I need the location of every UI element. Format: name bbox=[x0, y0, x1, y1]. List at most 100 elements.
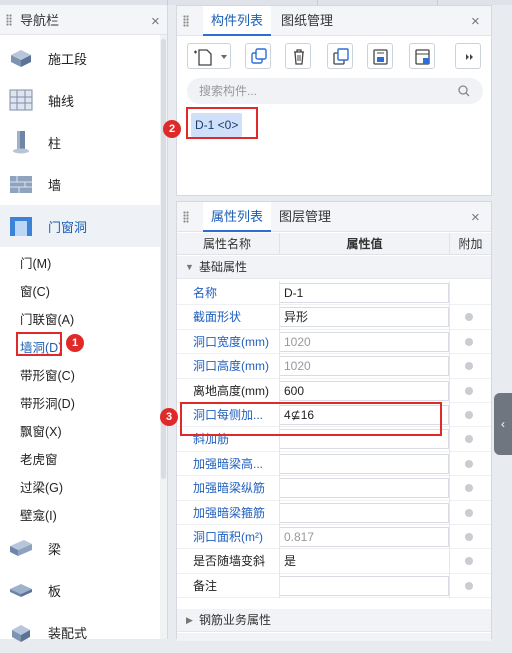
header-property-value: 属性值 bbox=[279, 233, 449, 255]
attach-toggle[interactable] bbox=[465, 459, 473, 468]
new-component-button[interactable] bbox=[187, 43, 231, 69]
property-row: 备注 bbox=[177, 574, 491, 599]
column-settings-icon bbox=[415, 49, 430, 65]
sub-item-door[interactable]: 门(M) bbox=[20, 253, 51, 272]
property-row: 洞口宽度(mm) 1020 bbox=[177, 330, 491, 355]
attach-toggle[interactable] bbox=[465, 508, 473, 517]
annotation-badge-1: 1 bbox=[66, 334, 84, 352]
nav-category-beam[interactable]: 梁 bbox=[0, 527, 160, 569]
annotation-badge-3: 3 bbox=[160, 408, 178, 426]
close-icon[interactable]: × bbox=[471, 14, 480, 29]
sub-item-door-window[interactable]: 门联窗(A) bbox=[20, 309, 74, 328]
attach-toggle[interactable] bbox=[465, 484, 473, 493]
tab-drawing-management[interactable]: 图纸管理 bbox=[281, 6, 333, 36]
collapse-panel-handle[interactable]: ‹ bbox=[494, 393, 512, 455]
property-row: 离地高度(mm) 600 bbox=[177, 379, 491, 403]
floor-copy-button[interactable] bbox=[367, 43, 393, 69]
copy-to-floor-icon bbox=[333, 48, 349, 65]
more-icon bbox=[466, 54, 473, 60]
prefab-icon bbox=[12, 625, 30, 642]
property-value-input[interactable]: 0.817 bbox=[279, 527, 449, 547]
property-value-input[interactable]: 1020 bbox=[279, 356, 449, 377]
nav-category-door-window[interactable]: 门窗洞 bbox=[0, 205, 160, 247]
highlight-box-component bbox=[186, 107, 258, 139]
property-row: 加强暗梁箍筋 bbox=[177, 501, 491, 525]
nav-category-construction-stage[interactable]: 施工段 bbox=[0, 37, 160, 79]
property-row: 洞口高度(mm) 1020 bbox=[177, 354, 491, 379]
door-window-icon bbox=[10, 217, 32, 236]
copy-button[interactable] bbox=[245, 43, 271, 69]
copy-to-floor-button[interactable] bbox=[327, 43, 353, 69]
attach-toggle[interactable] bbox=[465, 313, 473, 322]
chevron-left-icon: ‹ bbox=[501, 417, 505, 431]
attach-toggle[interactable] bbox=[465, 386, 473, 395]
property-value-input[interactable] bbox=[279, 502, 449, 523]
section-rebar-properties[interactable]: ▶ 钢筋业务属性 bbox=[177, 609, 491, 632]
axis-grid-icon bbox=[9, 89, 33, 111]
drag-grip-icon[interactable] bbox=[183, 211, 189, 223]
nav-title: 导航栏 bbox=[20, 13, 60, 28]
property-row: 加强暗梁纵筋 bbox=[177, 476, 491, 501]
attach-toggle[interactable] bbox=[465, 533, 473, 541]
column-settings-button[interactable] bbox=[409, 43, 435, 69]
property-tabs: 属性列表 图层管理 × bbox=[177, 202, 491, 232]
collapse-arrow-icon[interactable]: ▼ bbox=[185, 256, 194, 279]
nav-category-slab[interactable]: 板 bbox=[0, 569, 160, 611]
construction-stage-icon bbox=[11, 50, 31, 67]
attach-toggle[interactable] bbox=[465, 435, 473, 444]
section-basic-properties[interactable]: ▼ 基础属性 bbox=[177, 256, 491, 279]
sub-item-bay-window[interactable]: 飘窗(X) bbox=[20, 421, 62, 440]
nav-category-axis[interactable]: 轴线 bbox=[0, 79, 160, 121]
tab-component-list[interactable]: 构件列表 bbox=[203, 6, 272, 36]
expand-arrow-icon[interactable]: ▶ bbox=[186, 609, 193, 632]
attach-toggle[interactable] bbox=[465, 411, 473, 419]
attach-toggle[interactable] bbox=[465, 581, 473, 590]
drag-grip-icon[interactable] bbox=[6, 13, 12, 26]
attach-toggle[interactable] bbox=[465, 362, 473, 371]
delete-icon bbox=[294, 49, 304, 65]
property-value-input[interactable]: 异形 bbox=[279, 307, 449, 328]
close-icon[interactable]: × bbox=[151, 14, 160, 29]
sub-item-lintel[interactable]: 过梁(G) bbox=[20, 477, 63, 496]
sub-item-strip-opening[interactable]: 带形洞(D) bbox=[20, 393, 75, 412]
component-tabs: 构件列表 图纸管理 × bbox=[177, 6, 491, 36]
property-value-input[interactable]: 600 bbox=[279, 380, 449, 401]
property-value-input[interactable] bbox=[279, 575, 449, 596]
search-icon[interactable] bbox=[457, 84, 471, 98]
component-search-input[interactable] bbox=[187, 78, 483, 104]
property-row: 名称 D-1 bbox=[177, 281, 491, 306]
property-value-input[interactable]: D-1 bbox=[279, 283, 449, 303]
column-divider bbox=[279, 281, 280, 598]
sub-item-window[interactable]: 窗(C) bbox=[20, 281, 50, 300]
column-icon bbox=[13, 131, 29, 154]
property-value-input[interactable] bbox=[279, 478, 449, 499]
close-icon[interactable]: × bbox=[471, 210, 480, 225]
slab-icon bbox=[10, 584, 32, 597]
nav-category-prefab[interactable]: 装配式 bbox=[0, 611, 160, 653]
sub-item-niche[interactable]: 壁龛(I) bbox=[20, 505, 57, 524]
property-value-input[interactable]: 1020 bbox=[279, 331, 449, 352]
property-value-input[interactable] bbox=[279, 453, 449, 474]
tab-property-list[interactable]: 属性列表 bbox=[203, 202, 272, 232]
delete-button[interactable] bbox=[285, 43, 311, 69]
wall-icon bbox=[10, 176, 32, 193]
attach-toggle[interactable] bbox=[465, 337, 473, 346]
nav-category-wall[interactable]: 墙 bbox=[0, 163, 160, 205]
drag-grip-icon[interactable] bbox=[183, 15, 189, 27]
annotation-badge-2: 2 bbox=[163, 120, 181, 138]
more-button[interactable] bbox=[455, 43, 481, 69]
section-next-partial bbox=[177, 633, 491, 641]
property-row: 洞口面积(m²) 0.817 bbox=[177, 525, 491, 550]
beam-icon bbox=[10, 540, 32, 556]
property-row: 加强暗梁高... bbox=[177, 452, 491, 477]
floor-copy-icon bbox=[373, 49, 388, 65]
attach-toggle[interactable] bbox=[465, 557, 473, 566]
nav-category-column[interactable]: 柱 bbox=[0, 121, 160, 163]
sub-item-strip-window[interactable]: 带形窗(C) bbox=[20, 365, 75, 384]
sub-item-dormer[interactable]: 老虎窗 bbox=[20, 449, 58, 468]
property-row: 截面形状 异形 bbox=[177, 305, 491, 330]
new-component-icon bbox=[194, 49, 227, 66]
tab-layer-management[interactable]: 图层管理 bbox=[279, 202, 331, 232]
component-list-panel: 构件列表 图纸管理 × 搜索构件... D-1 <0> bbox=[176, 5, 492, 196]
property-value-input[interactable]: 是 bbox=[279, 551, 449, 572]
